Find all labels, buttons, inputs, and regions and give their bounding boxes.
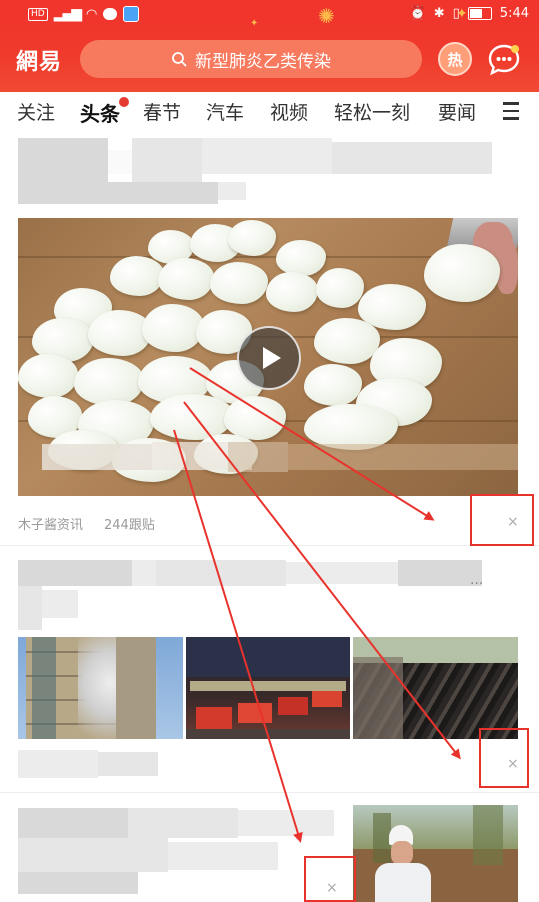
- blurred-title: [132, 138, 202, 182]
- blurred-caption: [42, 444, 152, 470]
- play-button[interactable]: [237, 326, 301, 390]
- comment-count[interactable]: 244跟贴: [104, 514, 155, 533]
- tab-top-news[interactable]: 要闻: [438, 98, 476, 125]
- bluetooth-icon: ✱: [433, 6, 445, 21]
- blurred-title: [132, 560, 156, 586]
- blurred-meta: [18, 750, 98, 778]
- app-header: HD ▂▄▆ ◠ ⏰ ✱ ▯ 5:44 ✺ ✦ ✦ 網易 新型肺炎乙类传染 热: [0, 0, 539, 92]
- news-source[interactable]: 木子酱资讯: [18, 514, 83, 533]
- blurred-title: [286, 562, 398, 584]
- sparkle-decoration: ✦: [250, 18, 259, 29]
- tab-spring-festival[interactable]: 春节: [143, 98, 181, 125]
- chat-icon[interactable]: [487, 42, 521, 76]
- search-icon: [172, 52, 187, 67]
- app-logo: 網易: [16, 49, 63, 75]
- blurred-title: [332, 142, 492, 174]
- blurred-title: [156, 560, 286, 586]
- app-notification-icon: [123, 6, 140, 22]
- blurred-title: [168, 842, 278, 870]
- blurred-caption: [228, 442, 288, 472]
- news-photo[interactable]: [353, 637, 518, 739]
- divider: [0, 792, 539, 793]
- battery-icon: [467, 7, 492, 20]
- tab-video[interactable]: 视频: [270, 98, 308, 125]
- more-icon[interactable]: ...: [470, 572, 483, 588]
- search-bar[interactable]: 新型肺炎乙类传染: [80, 40, 422, 78]
- message-icon: [103, 8, 118, 20]
- news-photo[interactable]: [186, 637, 350, 739]
- blurred-title: [18, 872, 138, 894]
- blurred-title: [18, 182, 218, 204]
- hot-button[interactable]: 热: [438, 42, 472, 76]
- sparkle-decoration: ✦: [456, 6, 468, 22]
- blurred-title: [202, 138, 332, 174]
- blurred-title: [18, 808, 128, 838]
- tab-auto[interactable]: 汽车: [206, 98, 244, 125]
- blurred-title: [218, 182, 246, 200]
- tab-follow[interactable]: 关注: [17, 98, 55, 125]
- blurred-title: [18, 138, 108, 182]
- menu-icon[interactable]: [503, 102, 519, 120]
- tab-relax[interactable]: 轻松一刻: [334, 98, 410, 125]
- news-photo[interactable]: [353, 805, 518, 902]
- hd-badge: HD: [28, 7, 48, 21]
- blurred-title: [108, 150, 132, 174]
- annotation-box: [470, 494, 534, 546]
- video-thumbnail[interactable]: [18, 218, 518, 496]
- sparkle-decoration: ✺: [318, 4, 335, 28]
- signal-icon: ▂▄▆: [53, 6, 82, 22]
- divider: [0, 545, 539, 546]
- tab-headlines[interactable]: 头条: [80, 96, 130, 127]
- blurred-meta: [98, 752, 158, 776]
- blurred-title: [238, 810, 334, 836]
- annotation-box: [304, 856, 356, 902]
- search-placeholder: 新型肺炎乙类传染: [195, 51, 331, 72]
- wifi-icon: ◠: [86, 6, 98, 22]
- blurred-caption: [288, 444, 518, 470]
- tab-headlines-label: 头条: [80, 102, 120, 126]
- blurred-title: [18, 560, 132, 586]
- hot-label: 热: [447, 50, 463, 69]
- status-time: 5:44: [499, 6, 529, 21]
- blurred-title: [18, 586, 42, 630]
- alarm-icon: ⏰: [409, 6, 426, 21]
- channel-tabs: 关注 头条 春节 汽车 视频 轻松一刻 要闻: [0, 92, 539, 132]
- notification-dot: [118, 96, 130, 108]
- annotation-box: [479, 728, 529, 788]
- blurred-title: [42, 590, 78, 618]
- blurred-title: [18, 838, 168, 872]
- blurred-title: [128, 808, 238, 838]
- news-photo[interactable]: [18, 637, 183, 739]
